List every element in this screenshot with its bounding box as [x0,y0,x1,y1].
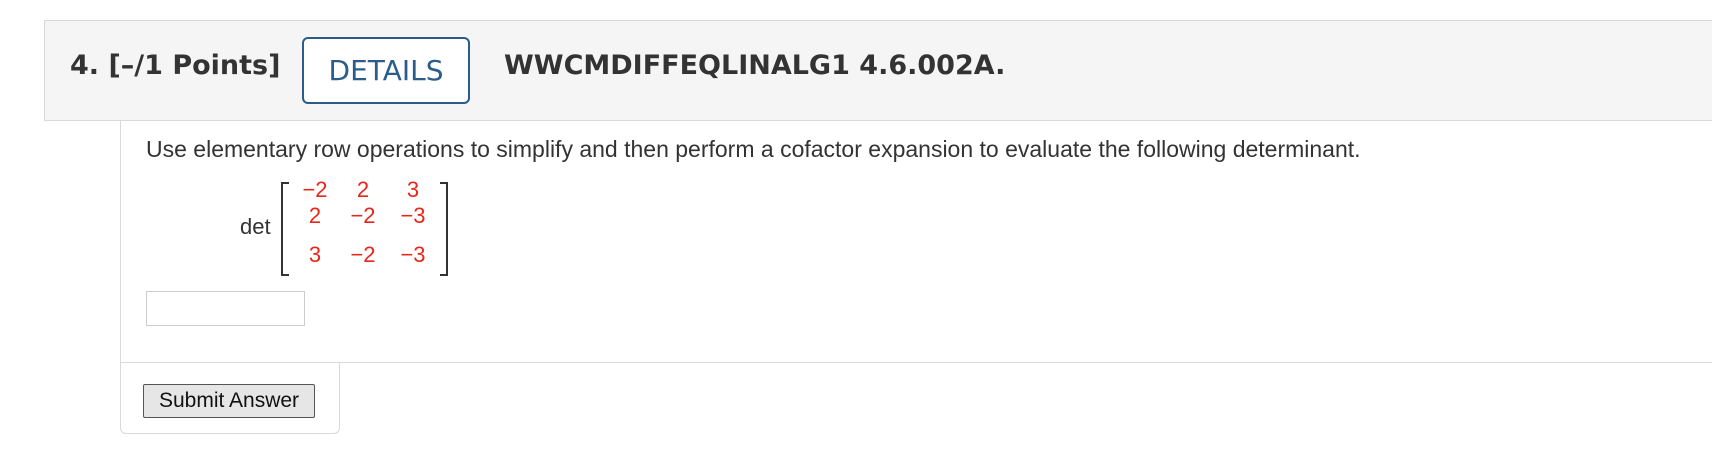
matrix-entry-r2-c3: −3 [400,203,426,228]
matrix-entry-r3-c2: −2 [350,242,376,267]
submit-answer-button[interactable]: Submit Answer [143,384,315,418]
answer-input[interactable] [146,291,305,326]
matrix-entry-r2-c2: −2 [350,203,376,228]
matrix-entry-r3-c1: 3 [308,242,322,267]
det-label: det [240,214,271,239]
matrix-entry-r2-c1: 2 [308,203,322,228]
matrix-right-bracket [440,182,448,276]
matrix-entry-r3-c3: −3 [400,242,426,267]
details-button[interactable]: DETAILS [302,37,470,104]
matrix-left-bracket [281,182,289,276]
matrix-entry-r1-c2: 2 [356,177,370,202]
question-points-label: 4. [–/1 Points] [70,50,281,81]
matrix-entry-r1-c1: −2 [302,177,328,202]
matrix-entry-r1-c3: 3 [406,177,420,202]
question-code: WWCMDIFFEQLINALG1 4.6.002A. [504,50,1006,81]
problem-instructions: Use elementary row operations to simplif… [146,136,1361,162]
